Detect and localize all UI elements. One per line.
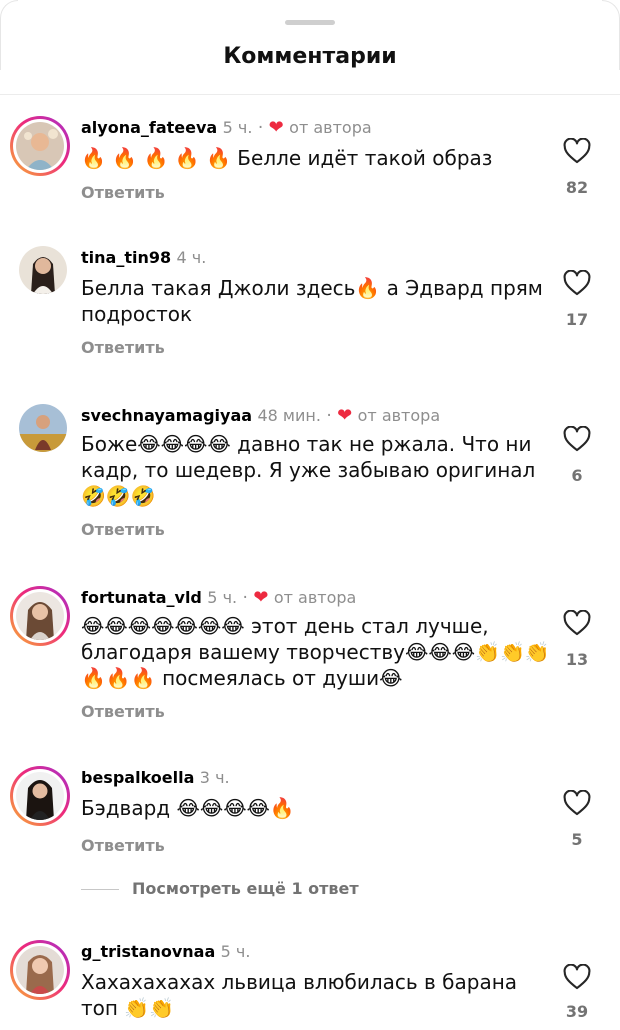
like-count: 6 [571, 466, 583, 485]
like-count: 5 [571, 830, 583, 849]
meta-separator: · [326, 406, 332, 426]
heart-filled-icon: ❤ [253, 587, 269, 608]
sheet-title: Комментарии [223, 44, 397, 69]
avatar-story-ring[interactable] [10, 940, 70, 1000]
comment-username[interactable]: tina_tin98 [81, 248, 171, 267]
comment-text: Боже😂😂😂😂 давно так не ржала. Что ни кадр… [81, 432, 536, 508]
like-count: 13 [565, 650, 589, 669]
comment-meta: svechnayamagiyaa 48 мин. · ❤ от автора [81, 404, 440, 428]
avatar-story-ring[interactable] [10, 766, 70, 826]
meta-separator: · [257, 118, 264, 138]
comment-username[interactable]: fortunata_vld [81, 588, 202, 607]
comment-meta: tina_tin98 4 ч. [81, 246, 206, 270]
comment-time: 48 мин. [257, 406, 321, 425]
liked-by-author-label: от автора [289, 118, 372, 137]
heart-outline-icon[interactable] [563, 138, 591, 164]
comment-username[interactable]: alyona_fateeva [81, 118, 217, 137]
comment-username[interactable]: g_tristanovnaa [81, 942, 215, 961]
heart-filled-icon: ❤ [337, 405, 353, 426]
heart-outline-icon[interactable] [563, 270, 591, 296]
header-divider [0, 94, 620, 95]
comment-text: Хахахахахах львица влюбилась в барана то… [81, 970, 518, 1020]
heart-outline-icon[interactable] [563, 610, 591, 636]
meta-separator: · [242, 588, 248, 608]
comment-meta: g_tristanovnaa 5 ч. [81, 940, 250, 964]
avatar [16, 946, 64, 994]
like-count: 82 [565, 178, 589, 197]
comment-meta: fortunata_vld 5 ч. · ❤ от автора [81, 586, 356, 610]
comment-time: 5 ч. [220, 942, 251, 961]
comment-username[interactable]: svechnayamagiyaa [81, 406, 252, 425]
avatar[interactable] [19, 404, 67, 452]
comment-text: Белла такая Джоли здесь🔥 а Эдвард прям п… [81, 276, 543, 326]
comment-time: 3 ч. [199, 768, 230, 787]
comment-text: Бэдвард 😂😂😂😂🔥 [81, 796, 295, 820]
comment-text: 😂😂😂😂😂😂😂 этот день стал лучше, благодаря … [81, 614, 550, 690]
replies-divider-line [81, 889, 119, 890]
heart-outline-icon[interactable] [563, 964, 591, 990]
comment-username[interactable]: bespalkoella [81, 768, 194, 787]
like-count: 39 [565, 1002, 589, 1021]
heart-filled-icon: ❤ [268, 117, 284, 138]
reply-button[interactable]: Ответить [81, 183, 165, 202]
liked-by-author-label: от автора [357, 406, 441, 425]
reply-button[interactable]: Ответить [81, 836, 165, 855]
reply-button[interactable]: Ответить [81, 520, 165, 539]
liked-by-author-label: от автора [273, 588, 357, 607]
avatar[interactable] [19, 246, 67, 294]
avatar-story-ring[interactable] [10, 586, 70, 646]
like-count: 17 [565, 310, 589, 329]
heart-outline-icon[interactable] [563, 426, 591, 452]
avatar [16, 772, 64, 820]
comment-time: 5 ч. [207, 588, 238, 607]
comment-time: 4 ч. [176, 248, 207, 267]
reply-button[interactable]: Ответить [81, 338, 165, 357]
avatar [16, 592, 64, 640]
comment-time: 5 ч. [222, 118, 253, 137]
comments-sheet: Комментарии alyona_fateeva 5 ч. · ❤ от а… [0, 0, 620, 1030]
heart-outline-icon[interactable] [563, 790, 591, 816]
comment-text: 🔥 🔥 🔥 🔥 🔥 Белле идёт такой образ [81, 146, 493, 170]
avatar-story-ring[interactable] [10, 116, 70, 176]
reply-button[interactable]: Ответить [81, 702, 165, 721]
comment-meta: alyona_fateeva 5 ч. · ❤ от автора [81, 116, 372, 140]
view-more-replies-button[interactable]: Посмотреть ещё 1 ответ [132, 879, 359, 898]
avatar [16, 122, 64, 170]
comment-meta: bespalkoella 3 ч. [81, 766, 230, 790]
sheet-grabber-handle[interactable] [285, 20, 335, 25]
